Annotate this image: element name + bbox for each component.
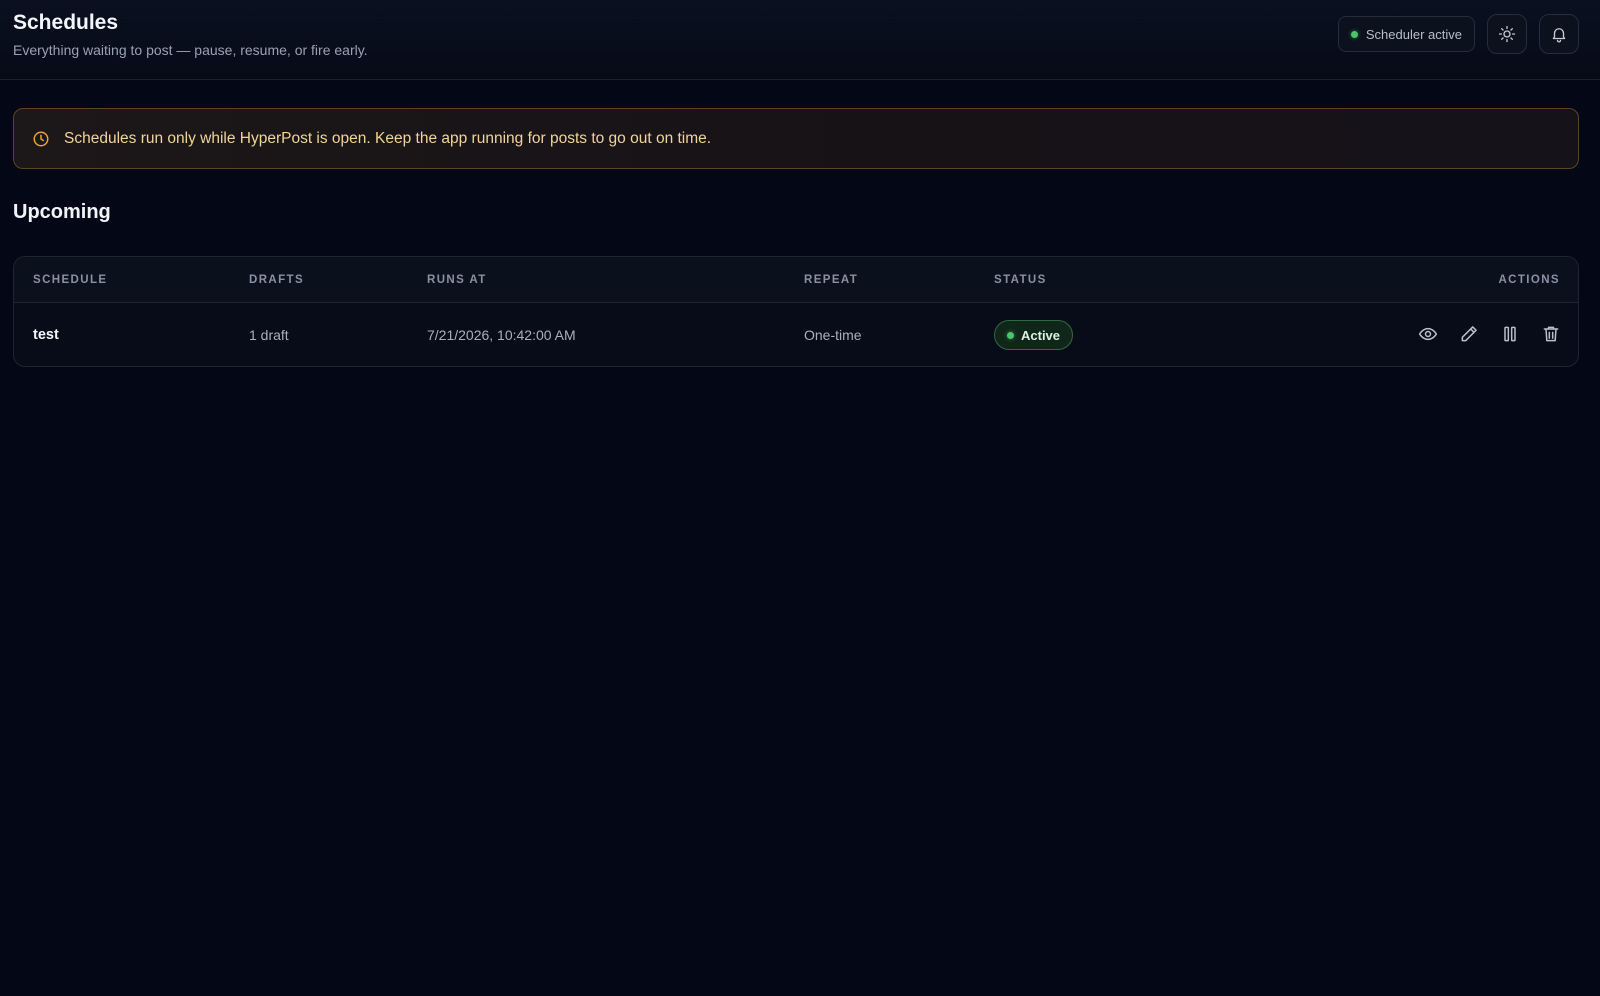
delete-button[interactable] [1540, 323, 1562, 345]
view-button[interactable] [1417, 323, 1439, 345]
runs-at-value: 7/21/2026, 10:42:00 AM [427, 327, 576, 343]
sun-icon [1498, 25, 1516, 43]
drafts-count: 1 draft [249, 327, 289, 343]
pause-icon [1500, 324, 1520, 344]
pencil-icon [1459, 324, 1479, 344]
scheduler-status-label: Scheduler active [1365, 26, 1462, 42]
bell-icon [1550, 25, 1568, 43]
table-header: SCHEDULE DRAFTS RUNS AT REPEAT STATUS AC… [14, 257, 1578, 303]
repeat-value: One-time [804, 327, 862, 343]
edit-button[interactable] [1458, 323, 1480, 345]
scheduler-status-pill: Scheduler active [1337, 16, 1475, 52]
status-dot-icon [1007, 331, 1014, 339]
column-header-schedule[interactable]: SCHEDULE [33, 274, 107, 286]
page-header: Schedules Everything waiting to post — p… [0, 0, 1600, 80]
column-header-status[interactable]: STATUS [994, 274, 1047, 286]
column-header-repeat[interactable]: REPEAT [804, 274, 858, 286]
info-banner: Schedules run only while HyperPost is op… [13, 108, 1579, 169]
theme-toggle-button[interactable] [1487, 14, 1527, 54]
trash-icon [1541, 324, 1561, 344]
notifications-button[interactable] [1539, 14, 1579, 54]
banner-text: Schedules run only while HyperPost is op… [64, 129, 712, 147]
page-title: Schedules [13, 11, 119, 34]
status-badge-label: Active [1021, 327, 1061, 343]
column-header-actions: ACTIONS [1498, 274, 1560, 286]
header-controls: Scheduler active [1337, 14, 1579, 54]
status-dot-icon [1350, 30, 1358, 38]
page-subtitle: Everything waiting to post — pause, resu… [13, 42, 368, 58]
schedule-name: test [33, 327, 59, 343]
table-row[interactable]: test 1 draft 7/21/2026, 10:42:00 AM One-… [14, 303, 1578, 366]
status-badge: Active [994, 320, 1074, 350]
column-header-runs-at[interactable]: RUNS AT [427, 274, 487, 286]
eye-icon [1418, 324, 1438, 344]
schedules-table: SCHEDULE DRAFTS RUNS AT REPEAT STATUS AC… [13, 256, 1579, 367]
row-actions [1417, 323, 1562, 345]
section-title-upcoming: Upcoming [13, 201, 111, 223]
pause-button[interactable] [1499, 323, 1521, 345]
column-header-drafts[interactable]: DRAFTS [249, 274, 304, 286]
clock-icon [32, 130, 50, 148]
